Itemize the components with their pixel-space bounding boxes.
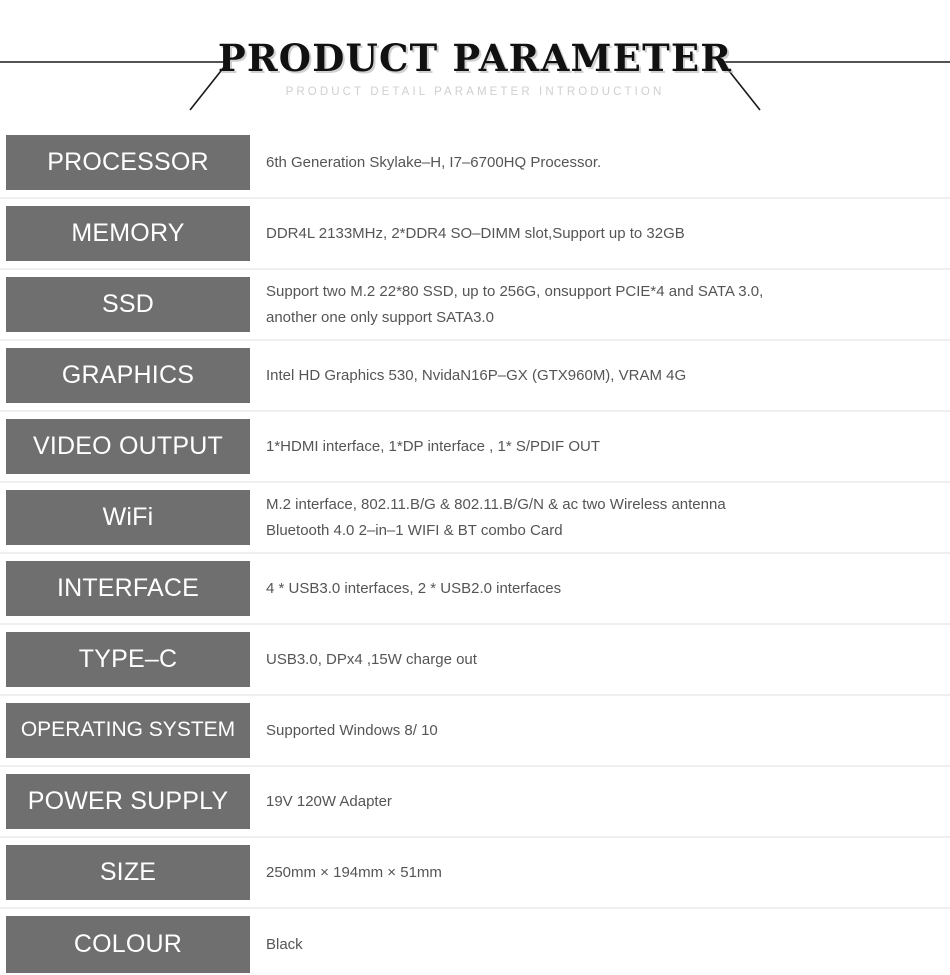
row-value-line: 4 * USB3.0 interfaces, 2 * USB2.0 interf…	[266, 579, 562, 597]
row-label-cell-interface: INTERFACE	[0, 554, 250, 623]
row-label-text: INTERFACE	[6, 561, 250, 616]
table-row: WiFi M.2 interface, 802.11.B/G & 802.11.B…	[0, 483, 950, 554]
row-label-cell-operating-system: OPERATING SYSTEM	[0, 696, 250, 765]
row-value-line: 19V 120W Adapter	[266, 792, 392, 810]
row-label-text: SSD	[6, 277, 250, 332]
row-label-text: MEMORY	[6, 206, 250, 261]
page-header: PRODUCT PARAMETER PRODUCT DETAIL PARAMET…	[0, 0, 950, 118]
row-value-line: Intel HD Graphics 530, NvidaN16P–GX (GTX…	[266, 366, 687, 384]
row-value-cell-video-output: 1*HDMI interface, 1*DP interface , 1* S/…	[250, 412, 950, 481]
row-label-text: SIZE	[6, 845, 250, 900]
row-value-cell-interface: 4 * USB3.0 interfaces, 2 * USB2.0 interf…	[250, 554, 950, 623]
row-label-text: COLOUR	[6, 916, 250, 973]
product-parameter-page: PRODUCT PARAMETER PRODUCT DETAIL PARAMET…	[0, 0, 950, 975]
table-row: GRAPHICS Intel HD Graphics 530, NvidaN16P…	[0, 341, 950, 412]
row-label-text: POWER SUPPLY	[6, 774, 250, 829]
row-value-cell-processor: 6th Generation Skylake–H, I7–6700HQ Proc…	[250, 128, 950, 197]
row-value-cell-type-c: USB3.0, DPx4 ,15W charge out	[250, 625, 950, 694]
row-label-text: GRAPHICS	[6, 348, 250, 403]
row-label-text: VIDEO OUTPUT	[6, 419, 250, 474]
row-value-line: Supported Windows 8/ 10	[266, 721, 438, 739]
row-value-cell-operating-system: Supported Windows 8/ 10	[250, 696, 950, 765]
row-value-line: Bluetooth 4.0 2–in–1 WIFI & BT combo Car…	[266, 521, 563, 539]
row-value-cell-graphics: Intel HD Graphics 530, NvidaN16P–GX (GTX…	[250, 341, 950, 410]
row-value-line: USB3.0, DPx4 ,15W charge out	[266, 650, 477, 668]
page-subtitle: PRODUCT DETAIL PARAMETER INTRODUCTION	[285, 86, 665, 98]
row-value-line: M.2 interface, 802.11.B/G & 802.11.B/G/N…	[266, 495, 726, 513]
row-value-line: Black	[266, 935, 303, 953]
row-value-cell-ssd: Support two M.2 22*80 SSD, up to 256G, o…	[250, 270, 950, 339]
row-value-cell-memory: DDR4L 2133MHz, 2*DDR4 SO–DIMM slot,Suppo…	[250, 199, 950, 268]
row-label-cell-type-c: TYPE–C	[0, 625, 250, 694]
row-value-line: 6th Generation Skylake–H, I7–6700HQ Proc…	[266, 153, 602, 171]
row-label-cell-colour: COLOUR	[0, 909, 250, 975]
row-label-cell-graphics: GRAPHICS	[0, 341, 250, 410]
row-value-line: Support two M.2 22*80 SSD, up to 256G, o…	[266, 282, 764, 300]
table-row: SSD Support two M.2 22*80 SSD, up to 256G…	[0, 270, 950, 341]
row-value-cell-wifi: M.2 interface, 802.11.B/G & 802.11.B/G/N…	[250, 483, 950, 552]
row-label-text: PROCESSOR	[6, 135, 250, 190]
row-value-line: 1*HDMI interface, 1*DP interface , 1* S/…	[266, 437, 601, 455]
row-value-cell-power-supply: 19V 120W Adapter	[250, 767, 950, 836]
row-value-line: DDR4L 2133MHz, 2*DDR4 SO–DIMM slot,Suppo…	[266, 224, 685, 242]
row-label-cell-ssd: SSD	[0, 270, 250, 339]
table-row: PROCESSOR 6th Generation Skylake–H, I7–67…	[0, 128, 950, 199]
row-label-text: WiFi	[6, 490, 250, 545]
row-label-cell-power-supply: POWER SUPPLY	[0, 767, 250, 836]
table-row: COLOUR Black	[0, 909, 950, 975]
table-row: INTERFACE 4 * USB3.0 interfaces, 2 * USB2…	[0, 554, 950, 625]
row-label-cell-size: SIZE	[0, 838, 250, 907]
header-text-block: PRODUCT PARAMETER PRODUCT DETAIL PARAMET…	[0, 36, 950, 100]
row-label-cell-processor: PROCESSOR	[0, 128, 250, 197]
row-value-cell-colour: Black	[250, 909, 950, 975]
table-row: VIDEO OUTPUT 1*HDMI interface, 1*DP inter…	[0, 412, 950, 483]
page-title: PRODUCT PARAMETER	[217, 36, 733, 80]
table-row: MEMORY DDR4L 2133MHz, 2*DDR4 SO–DIMM slot…	[0, 199, 950, 270]
table-row: TYPE–C USB3.0, DPx4 ,15W charge out	[0, 625, 950, 696]
table-row: OPERATING SYSTEM Supported Windows 8/ 10	[0, 696, 950, 767]
row-value-line: another one only support SATA3.0	[266, 308, 494, 326]
row-label-cell-video-output: VIDEO OUTPUT	[0, 412, 250, 481]
table-row: POWER SUPPLY 19V 120W Adapter	[0, 767, 950, 838]
table-row: SIZE 250mm × 194mm × 51mm	[0, 838, 950, 909]
row-label-text: TYPE–C	[6, 632, 250, 687]
row-label-cell-wifi: WiFi	[0, 483, 250, 552]
row-value-cell-size: 250mm × 194mm × 51mm	[250, 838, 950, 907]
spec-table: PROCESSOR 6th Generation Skylake–H, I7–67…	[0, 118, 950, 975]
row-label-cell-memory: MEMORY	[0, 199, 250, 268]
row-label-text: OPERATING SYSTEM	[6, 703, 250, 758]
row-value-line: 250mm × 194mm × 51mm	[266, 863, 442, 881]
